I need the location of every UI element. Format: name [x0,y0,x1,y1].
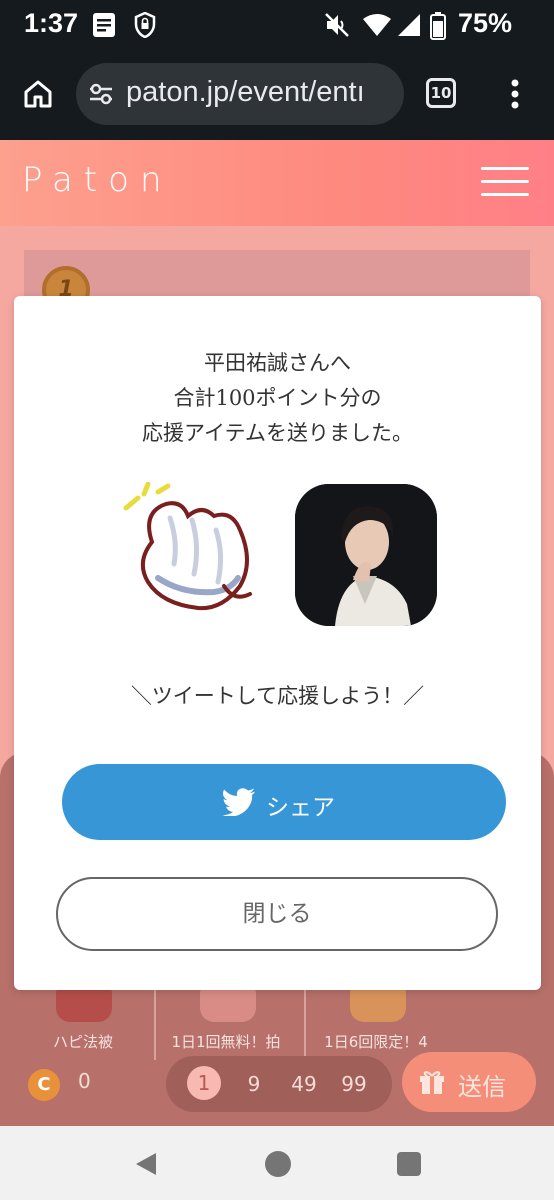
amount-option[interactable]: 9 [234,1072,274,1096]
send-label: 送信 [458,1073,506,1101]
signal-icon [398,14,420,36]
message-line: 合計100ポイント分の [173,386,382,410]
home-icon[interactable] [22,78,54,110]
recents-icon[interactable] [396,1151,422,1177]
message-line: 平田祐誠さんへ [204,351,351,375]
shield-lock-icon [134,12,156,38]
gift-label: 1日1回無料！拍 [171,1033,281,1051]
back-icon[interactable] [132,1150,160,1178]
gift-label: ハピ法被 [52,1033,113,1051]
home-nav-icon[interactable] [264,1150,292,1178]
share-label: シェア [266,795,335,821]
gift-item[interactable]: 1日1回無料！拍 [154,980,296,1060]
message-line: 応援アイテムを送りました。 [142,421,413,445]
site-header: Paton [0,140,554,226]
amount-selector: 1 9 49 99 [166,1056,392,1112]
system-nav-bar [0,1126,554,1200]
coin-icon: C [28,1069,60,1101]
gift-icon [420,1071,444,1094]
hamburger-menu-icon[interactable] [481,167,529,197]
gift-item[interactable]: 1日6回限定！4 [304,980,446,1060]
more-options-icon[interactable] [510,78,520,110]
url-text[interactable]: paton.jp/event/entı [126,76,400,109]
coin-count: 0 [78,1069,91,1093]
clapping-gloves-icon [123,482,252,611]
battery-percent: 75% [457,8,512,38]
battery-icon [430,12,446,40]
tab-switcher-button[interactable]: 10 [426,78,456,108]
amount-option[interactable]: 99 [334,1072,374,1096]
send-bar: C 0 1 9 49 99 送信 [0,1052,554,1126]
site-settings-icon[interactable] [88,83,114,105]
status-time: 1:37 [24,8,79,38]
amount-option[interactable]: 49 [284,1072,324,1096]
url-bar[interactable]: paton.jp/event/entı [76,63,404,125]
amount-option[interactable]: 1 [187,1066,221,1100]
mute-icon [325,13,349,37]
gift-item[interactable]: ハピ法被 [12,980,154,1060]
document-icon [93,13,115,37]
share-button[interactable]: シェア [62,764,506,840]
status-bar: 1:37 75% [0,0,554,52]
twitter-bird-icon [222,788,255,816]
send-button[interactable]: 送信 [402,1052,536,1112]
dialog-message: 平田祐誠さんへ 合計100ポイント分の 応援アイテムを送りました。 [14,346,541,451]
gift-label: 1日6回限定！4 [324,1033,428,1051]
browser-toolbar: paton.jp/event/entı 10 [0,52,554,140]
support-sent-dialog: 平田祐誠さんへ 合計100ポイント分の 応援アイテムを送りました。 ＼ツイートし… [14,296,541,990]
wifi-icon [363,14,391,36]
close-button[interactable]: 閉じる [56,877,498,951]
site-logo[interactable]: Paton [22,160,173,200]
tweet-prompt: ＼ツイートして応援しよう！／ [130,684,425,708]
idol-photo [295,484,437,626]
